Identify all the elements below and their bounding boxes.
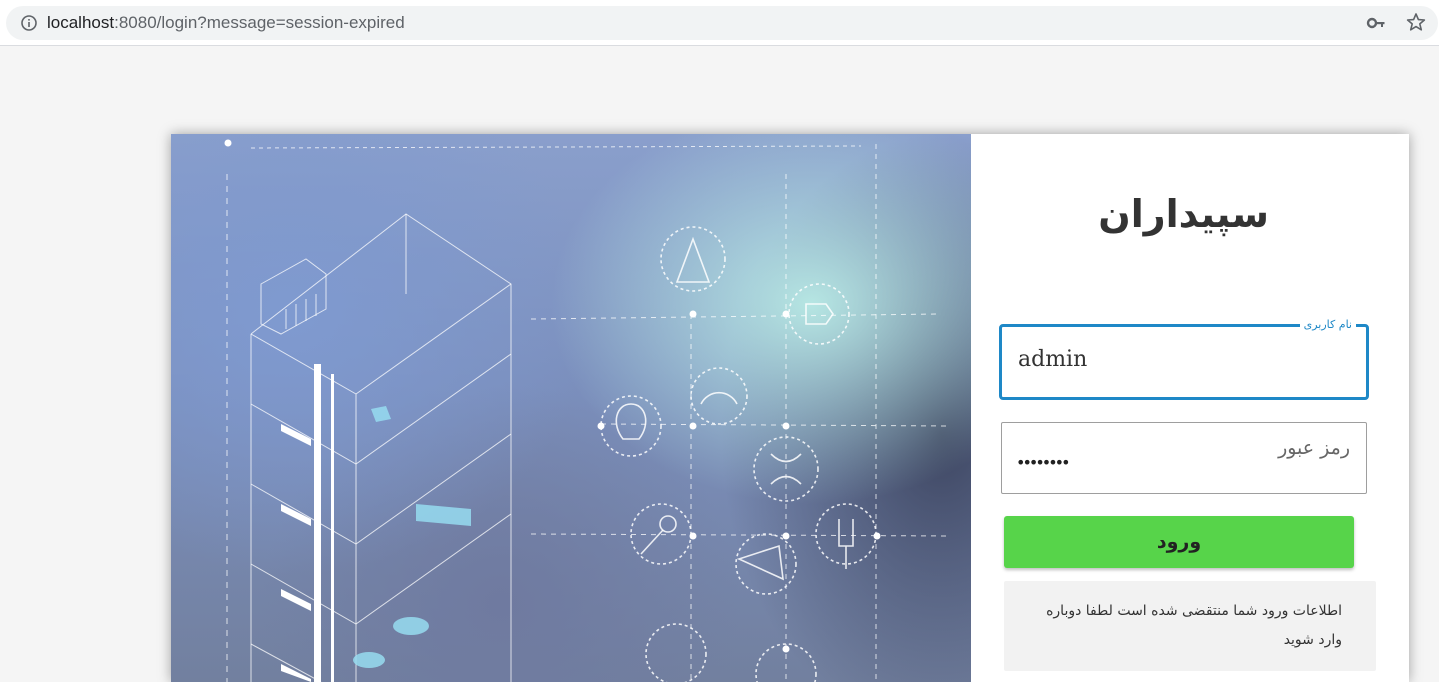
session-expired-alert: اطلاعات ورود شما منتقضی شده است لطفا دوب…: [1004, 581, 1376, 671]
brand-title: سپیداران: [1098, 192, 1269, 236]
login-button[interactable]: ورود: [1004, 516, 1354, 568]
key-icon[interactable]: [1366, 14, 1386, 32]
login-card: سپیداران نام کاربری admin رمز عبور •••••…: [171, 134, 1409, 682]
username-input[interactable]: admin: [1018, 347, 1087, 372]
url-text[interactable]: localhost:8080/login?message=session-exp…: [47, 13, 405, 33]
login-form: سپیداران نام کاربری admin رمز عبور •••••…: [971, 134, 1409, 682]
url-host: localhost: [47, 13, 115, 32]
address-bar[interactable]: localhost:8080/login?message=session-exp…: [6, 6, 1438, 40]
hero-image: [171, 134, 971, 682]
password-placeholder: رمز عبور: [1278, 437, 1350, 459]
browser-toolbar: localhost:8080/login?message=session-exp…: [0, 0, 1439, 46]
star-icon[interactable]: [1406, 12, 1426, 32]
info-icon[interactable]: [20, 14, 38, 32]
alert-message: اطلاعات ورود شما منتقضی شده است لطفا دوب…: [1046, 603, 1342, 648]
username-field[interactable]: نام کاربری admin: [999, 318, 1369, 400]
password-field[interactable]: رمز عبور ••••••••: [1001, 422, 1367, 494]
password-input[interactable]: ••••••••: [1016, 453, 1070, 472]
building-illustration: [224, 139, 952, 682]
url-path: :8080/login?message=session-expired: [114, 13, 405, 32]
username-label: نام کاربری: [1299, 318, 1356, 331]
